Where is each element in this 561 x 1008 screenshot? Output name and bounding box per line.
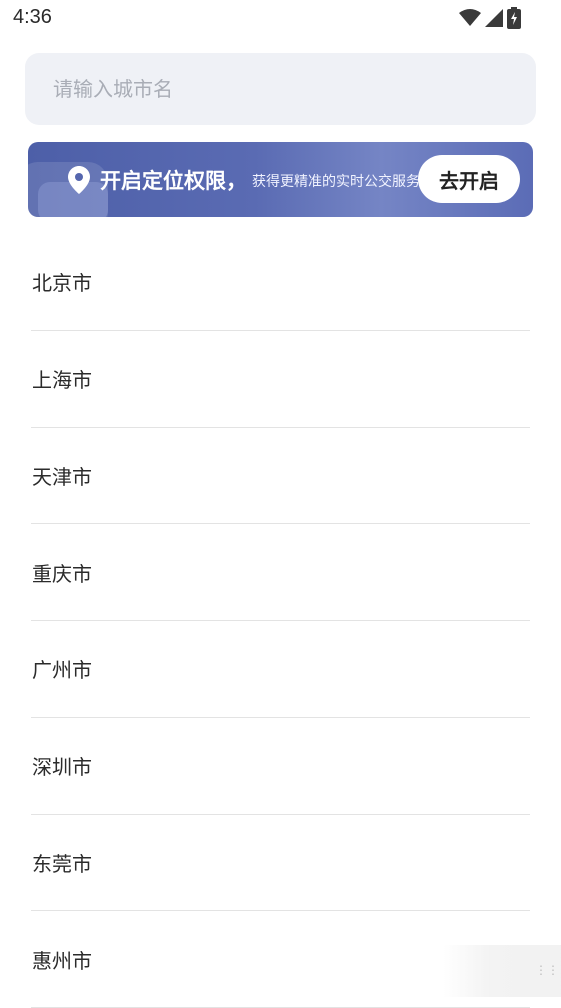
city-item-tianjin[interactable]: 天津市	[31, 428, 530, 525]
status-bar: 4:36	[0, 0, 561, 40]
city-item-beijing[interactable]: 北京市	[31, 234, 530, 331]
city-list: 北京市 上海市 天津市 重庆市 广州市 深圳市 东莞市 惠州市	[31, 234, 530, 1008]
city-label: 广州市	[32, 658, 92, 683]
city-item-dongguan[interactable]: 东莞市	[31, 815, 530, 912]
location-pin-icon	[68, 166, 90, 198]
search-box[interactable]	[25, 53, 536, 125]
battery-charging-icon	[507, 7, 521, 29]
corner-watermark: ⋮⋮	[443, 945, 561, 997]
city-label: 上海市	[32, 368, 92, 393]
search-input[interactable]	[51, 76, 536, 102]
city-label: 深圳市	[32, 755, 92, 780]
enable-location-button[interactable]: 去开启	[418, 155, 520, 203]
location-permission-banner: 开启定位权限， 获得更精准的实时公交服务 去开启	[28, 142, 533, 217]
index-scroll-icon: ⋮⋮	[535, 963, 559, 977]
status-icons	[459, 7, 521, 29]
city-item-guangzhou[interactable]: 广州市	[31, 621, 530, 718]
city-label: 重庆市	[32, 561, 92, 586]
wifi-icon	[459, 9, 481, 27]
city-item-shenzhen[interactable]: 深圳市	[31, 718, 530, 815]
city-label: 惠州市	[32, 948, 92, 973]
banner-title: 开启定位权限，	[100, 169, 247, 193]
city-label: 东莞市	[32, 851, 92, 876]
city-item-chongqing[interactable]: 重庆市	[31, 524, 530, 621]
city-label: 天津市	[32, 464, 92, 489]
city-label: 北京市	[32, 271, 92, 296]
cellular-signal-icon	[485, 9, 503, 27]
status-time: 4:36	[13, 6, 52, 28]
banner-subtitle: 获得更精准的实时公交服务	[252, 174, 420, 190]
city-item-shanghai[interactable]: 上海市	[31, 331, 530, 428]
